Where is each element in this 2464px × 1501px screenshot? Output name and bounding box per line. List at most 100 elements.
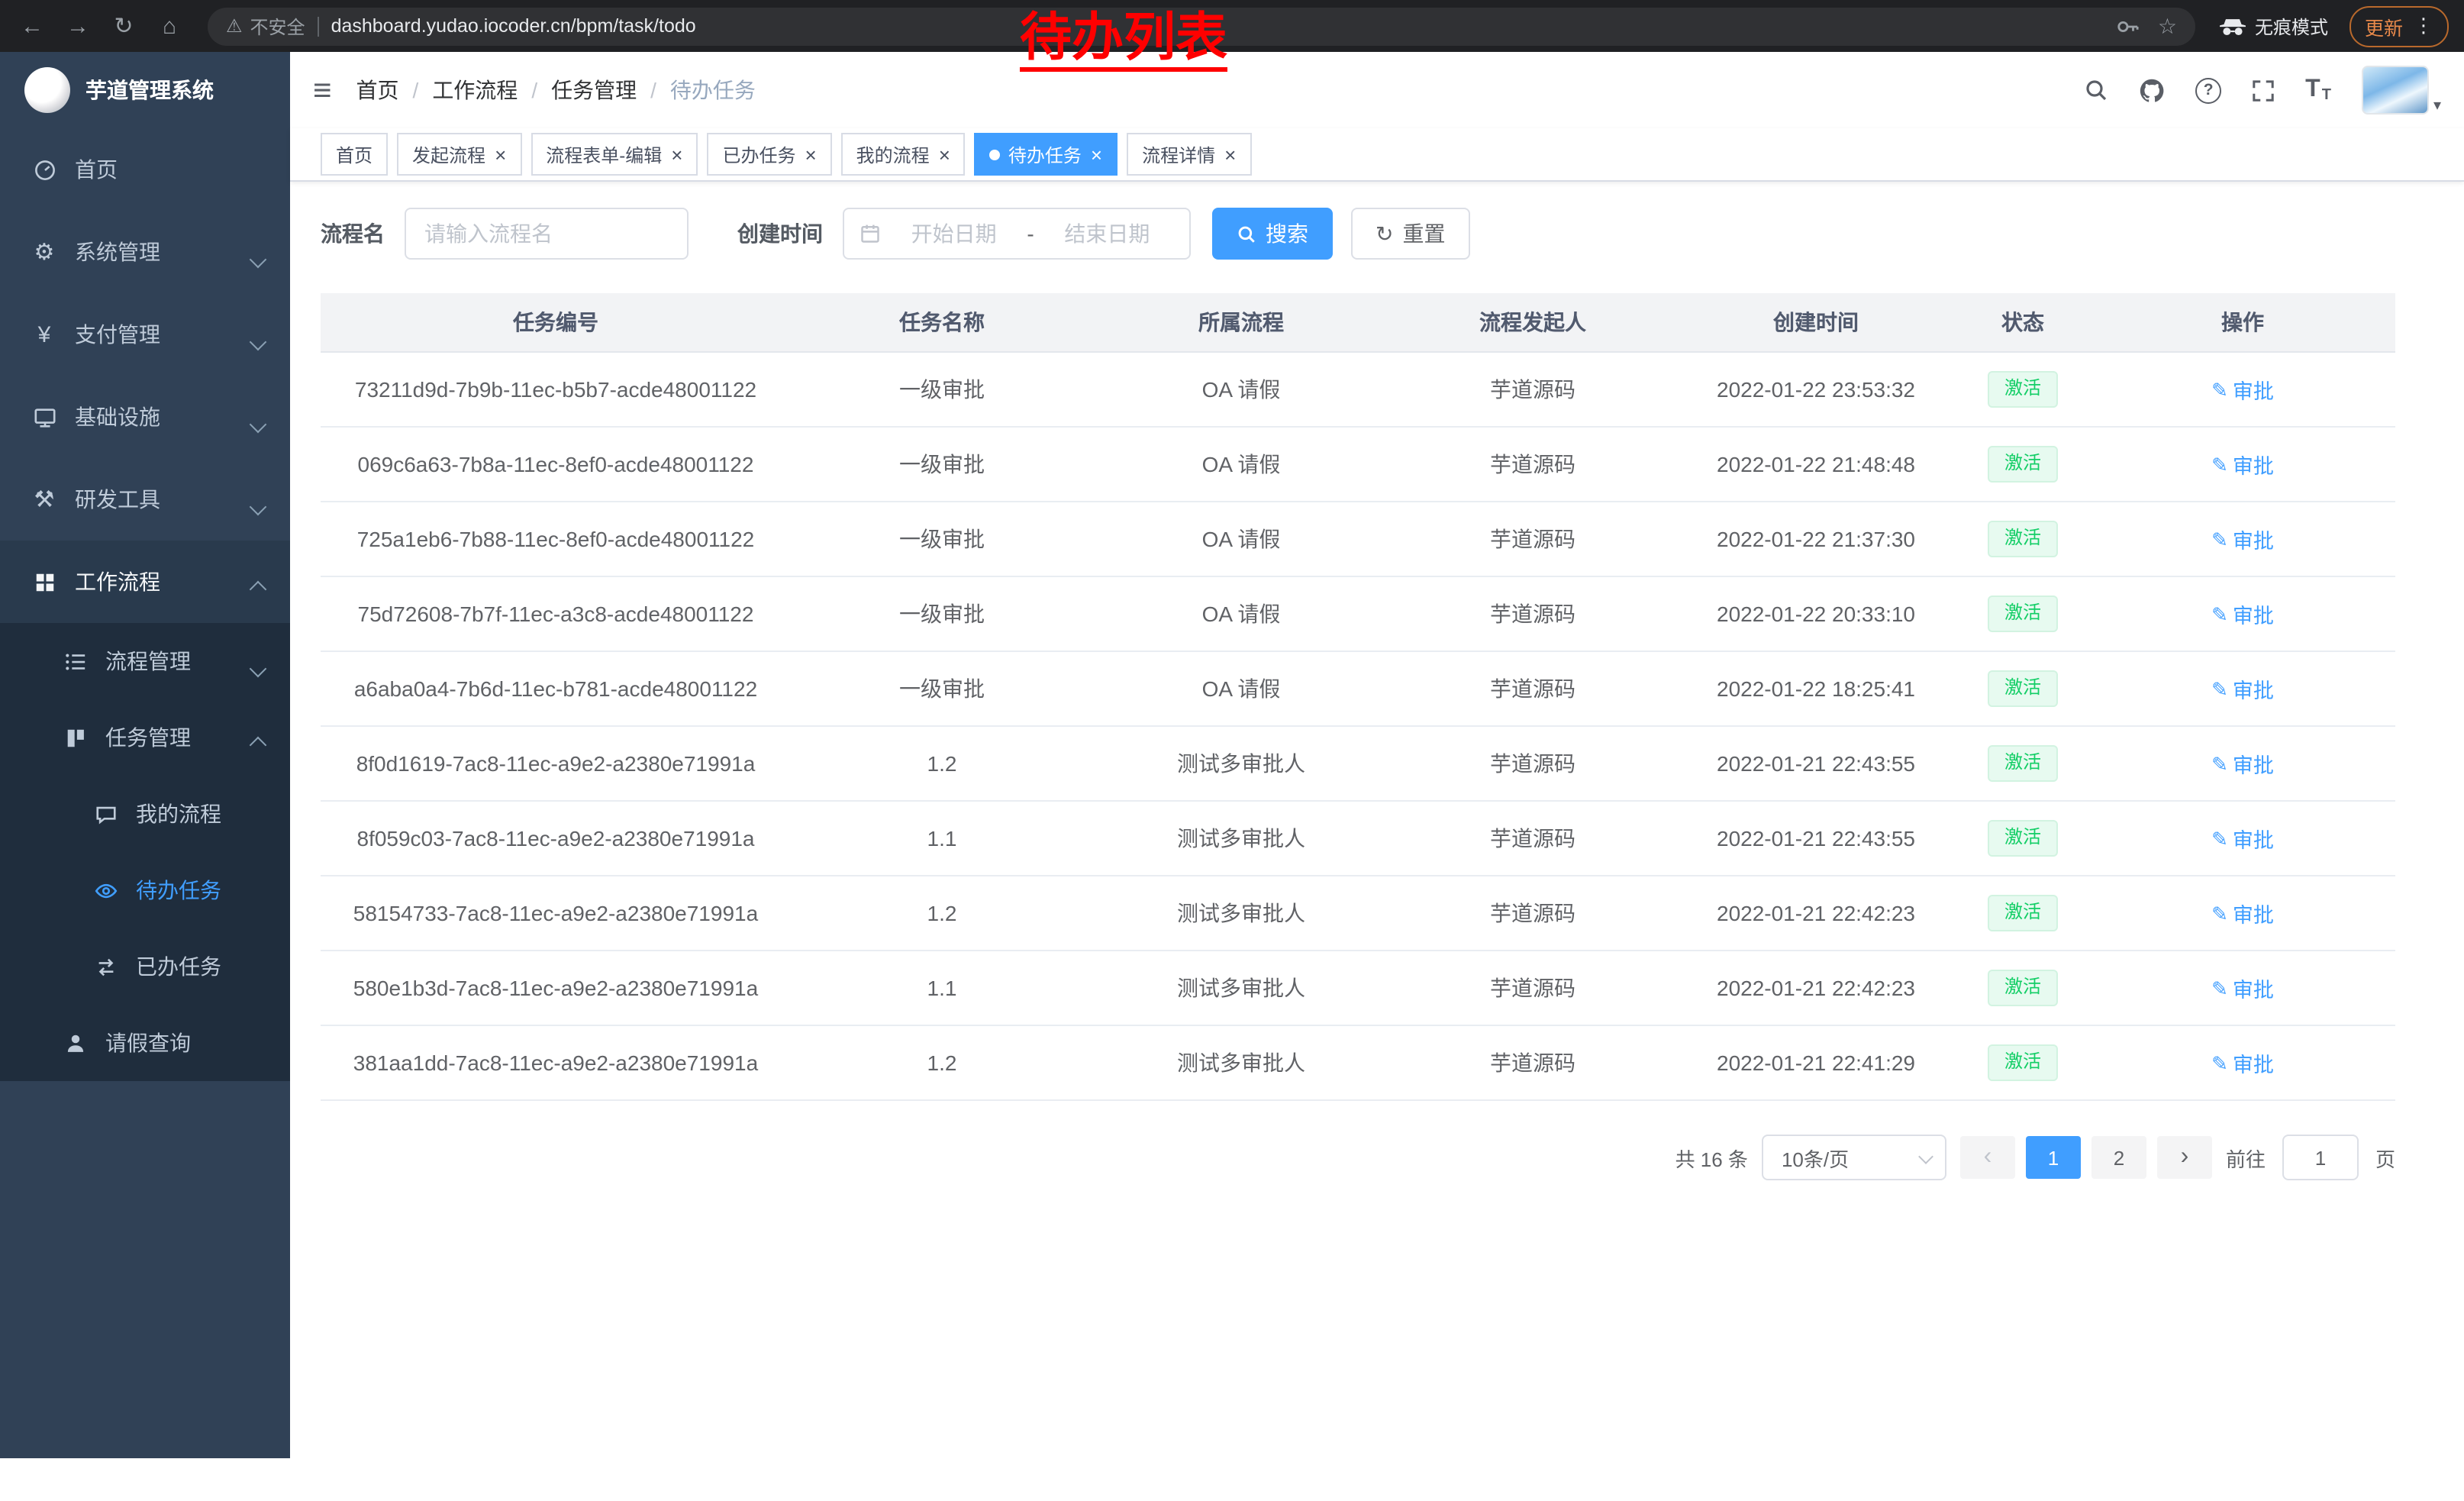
cell-status: 激活 <box>1956 576 2090 651</box>
approve-link[interactable]: ✎审批 <box>2211 673 2274 704</box>
sidebar-item-system[interactable]: ⚙ 系统管理 <box>0 211 290 293</box>
sidebar-item-process-management[interactable]: 流程管理 <box>0 623 290 699</box>
home-icon[interactable]: ⌂ <box>150 6 189 46</box>
cell-initiator: 芋道源码 <box>1389 502 1676 576</box>
sidebar-item-my-process[interactable]: 我的流程 <box>0 776 290 852</box>
sidebar-item-todo-tasks[interactable]: 待办任务 <box>0 852 290 928</box>
address-divider <box>318 16 319 36</box>
approve-link[interactable]: ✎审批 <box>2211 823 2274 854</box>
approve-link[interactable]: ✎审批 <box>2211 973 2274 1003</box>
forward-icon[interactable]: → <box>58 6 98 46</box>
approve-link[interactable]: ✎审批 <box>2211 1047 2274 1078</box>
sidebar-item-leave-query[interactable]: 请假查询 <box>0 1005 290 1081</box>
tab-home[interactable]: 首页 <box>321 133 388 176</box>
tab-done-tasks[interactable]: 已办任务 × <box>707 133 831 176</box>
sidebar-item-payment[interactable]: ¥ 支付管理 <box>0 293 290 376</box>
menu-dots-icon[interactable]: ⋮ <box>2414 14 2433 38</box>
cell-action: ✎审批 <box>2090 352 2395 427</box>
tab-start-process[interactable]: 发起流程 × <box>397 133 521 176</box>
approve-link[interactable]: ✎审批 <box>2211 898 2274 928</box>
refresh-icon[interactable]: ↻ <box>104 6 144 46</box>
sidebar-item-label: 工作流程 <box>75 567 160 597</box>
cell-action: ✎审批 <box>2090 726 2395 801</box>
status-badge: 激活 <box>1988 670 2058 706</box>
incognito-label: 无痕模式 <box>2255 13 2328 39</box>
close-icon[interactable]: × <box>1091 144 1102 164</box>
key-icon[interactable] <box>2117 15 2140 37</box>
date-range-picker[interactable]: 开始日期 - 结束日期 <box>843 208 1191 260</box>
breadcrumb-task-management[interactable]: 任务管理 <box>551 75 637 105</box>
tab-process-detail[interactable]: 流程详情 × <box>1127 133 1251 176</box>
font-size-icon[interactable]: TT <box>2305 76 2331 104</box>
cell-initiator: 芋道源码 <box>1389 876 1676 951</box>
close-icon[interactable]: × <box>1224 144 1236 164</box>
approve-link[interactable]: ✎审批 <box>2211 599 2274 629</box>
pagination: 共 16 条 10条/页 ‹ 1 2 › 前往 页 <box>321 1135 2395 1217</box>
page-button-1[interactable]: 1 <box>2026 1136 2081 1179</box>
close-icon[interactable]: × <box>939 144 950 164</box>
avatar[interactable] <box>2362 66 2429 115</box>
help-icon[interactable]: ? <box>2195 77 2221 103</box>
approve-link[interactable]: ✎审批 <box>2211 374 2274 405</box>
page-size-select[interactable]: 10条/页 <box>1762 1135 1946 1180</box>
cell-task-name: 一级审批 <box>791 352 1093 427</box>
page-button-2[interactable]: 2 <box>2091 1136 2146 1179</box>
column-header: 创建时间 <box>1676 293 1956 352</box>
sidebar-item-task-management[interactable]: 任务管理 <box>0 699 290 776</box>
cell-action: ✎审批 <box>2090 427 2395 502</box>
approve-link[interactable]: ✎审批 <box>2211 748 2274 779</box>
fullscreen-icon[interactable] <box>2252 79 2275 102</box>
search-button[interactable]: 搜索 <box>1212 208 1333 260</box>
cell-initiator: 芋道源码 <box>1389 951 1676 1025</box>
bookmark-star-icon[interactable]: ☆ <box>2158 13 2177 39</box>
approve-link[interactable]: ✎审批 <box>2211 449 2274 479</box>
app-navbar: ≡ 首页 / 工作流程 / 任务管理 / 待办任务 <box>290 52 2464 128</box>
chevron-up-icon <box>252 731 264 756</box>
address-bar[interactable]: ⚠ 不安全 dashboard.yudao.iocoder.cn/bpm/tas… <box>208 7 2195 45</box>
goto-page-input[interactable] <box>2282 1135 2359 1180</box>
sidebar-item-infrastructure[interactable]: 基础设施 <box>0 376 290 458</box>
next-page-button[interactable]: › <box>2157 1136 2212 1179</box>
search-icon[interactable] <box>2084 78 2108 102</box>
breadcrumb-workflow[interactable]: 工作流程 <box>432 75 518 105</box>
tab-my-process[interactable]: 我的流程 × <box>841 133 966 176</box>
close-icon[interactable]: × <box>805 144 816 164</box>
cell-action: ✎审批 <box>2090 876 2395 951</box>
user-menu[interactable]: ▾ <box>2362 66 2441 115</box>
sidebar-item-devtools[interactable]: ⚒ 研发工具 <box>0 458 290 541</box>
navbar-actions: ? TT ▾ <box>2084 66 2441 115</box>
tab-todo-tasks[interactable]: 待办任务 × <box>975 133 1118 176</box>
table-row: a6aba0a4-7b6d-11ec-b781-acde48001122 一级审… <box>321 651 2395 726</box>
security-status[interactable]: ⚠ 不安全 <box>226 13 305 39</box>
monitor-icon <box>31 405 58 428</box>
sidebar-item-label: 基础设施 <box>75 402 160 432</box>
app-logo[interactable]: 芋道管理系统 <box>0 52 290 128</box>
close-icon[interactable]: × <box>495 144 506 164</box>
sidebar-item-label: 研发工具 <box>75 484 160 515</box>
cell-task-id: 8f059c03-7ac8-11ec-a9e2-a2380e71991a <box>321 801 791 876</box>
cell-process: OA 请假 <box>1093 352 1389 427</box>
url-text: dashboard.yudao.iocoder.cn/bpm/task/todo <box>331 15 696 37</box>
approve-label: 审批 <box>2233 973 2274 1003</box>
cell-task-name: 1.2 <box>791 726 1093 801</box>
prev-page-button[interactable]: ‹ <box>1960 1136 2015 1179</box>
cell-created: 2022-01-22 21:37:30 <box>1676 502 1956 576</box>
close-icon[interactable]: × <box>671 144 682 164</box>
back-icon[interactable]: ← <box>12 6 52 46</box>
sidebar-item-workflow[interactable]: 工作流程 <box>0 541 290 623</box>
sidebar-item-done-tasks[interactable]: 已办任务 <box>0 928 290 1005</box>
hamburger-icon[interactable]: ≡ <box>313 74 332 106</box>
reset-button[interactable]: ↻ 重置 <box>1351 208 1469 260</box>
tab-process-form-edit[interactable]: 流程表单-编辑 × <box>531 133 698 176</box>
status-badge: 激活 <box>1988 895 2058 931</box>
cell-initiator: 芋道源码 <box>1389 651 1676 726</box>
column-header: 任务名称 <box>791 293 1093 352</box>
approve-link[interactable]: ✎审批 <box>2211 524 2274 554</box>
process-name-input[interactable] <box>405 208 689 260</box>
github-icon[interactable] <box>2139 77 2165 103</box>
grid-icon <box>31 570 58 593</box>
breadcrumb-home[interactable]: 首页 <box>356 75 399 105</box>
update-chip[interactable]: 更新 ⋮ <box>2350 5 2449 47</box>
cell-status: 激活 <box>1956 951 2090 1025</box>
sidebar-item-home[interactable]: 首页 <box>0 128 290 211</box>
